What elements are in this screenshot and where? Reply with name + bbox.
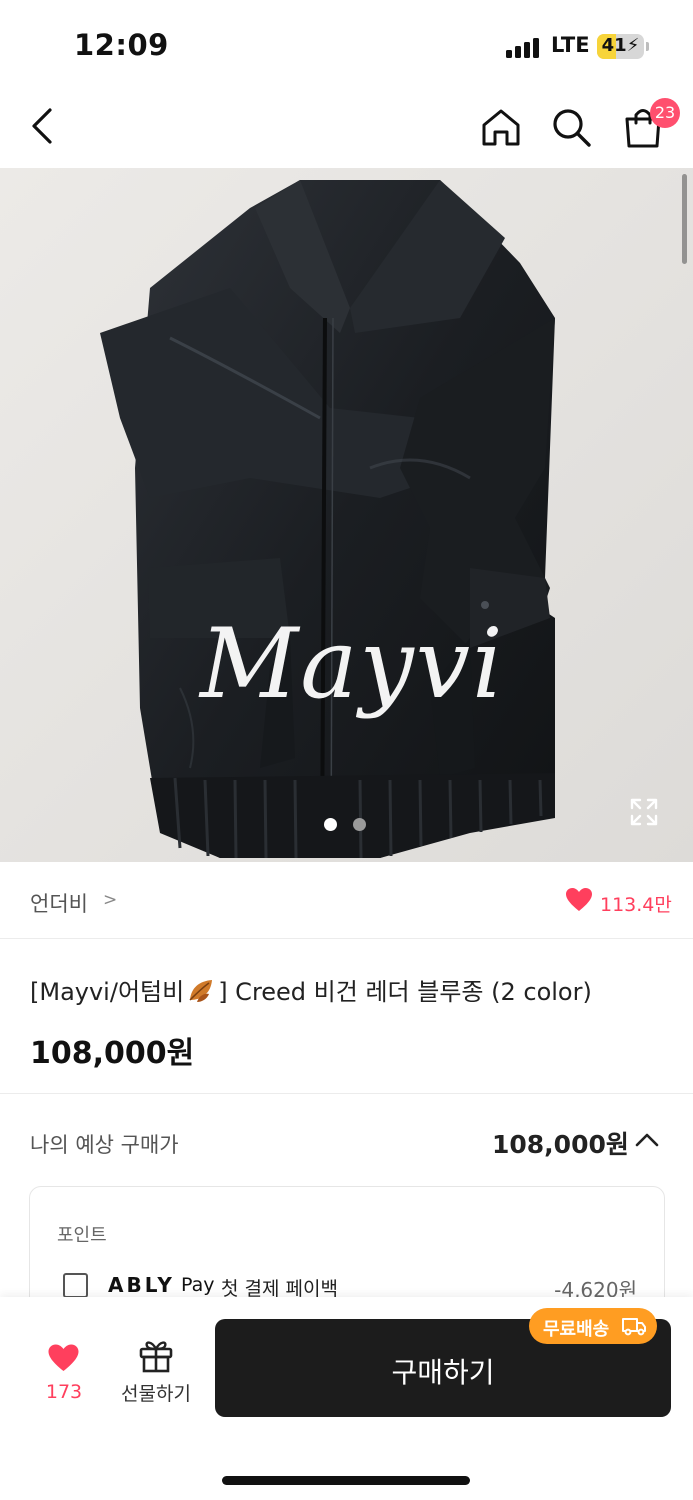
truck-icon [622,1318,646,1336]
product-image[interactable]: Mayvi [0,168,693,862]
cart-badge: 23 [650,98,680,128]
jacket-image [0,168,693,862]
watermark: Mayvi [200,608,505,720]
gift-button-label[interactable]: 선물하기 [116,1379,196,1406]
free-shipping-label: 무료배송 [543,1319,610,1340]
brand-row[interactable]: 언더비 > 113.4만 [0,862,693,939]
heart-icon[interactable] [565,887,593,913]
expand-icon[interactable] [628,796,660,828]
nav-bar [0,90,693,168]
product-price: 108,000원 [30,1036,195,1071]
status-bar: 12:09 LTE 41⚡ [0,0,693,90]
carousel-dot[interactable] [353,818,366,831]
product-info: [Mayvi/어텀비 ] Creed 비건 레더 블루종 (2 color) 1… [0,940,693,1094]
bottom-action-bar: 173 선물하기 구매하기 무료배송 [0,1297,693,1500]
points-title: 포인트 [57,1225,107,1246]
carousel-dot[interactable] [324,818,337,831]
free-shipping-badge: 무료배송 [529,1308,657,1344]
signal-icon [506,36,542,58]
home-indicator[interactable] [222,1476,470,1485]
expected-price-value: 108,000원 [492,1130,629,1159]
carousel-dots [324,816,382,835]
like-count: 113.4만 [600,894,672,916]
expected-price-label: 나의 예상 구매가 [30,1133,179,1157]
expected-price-row[interactable]: 나의 예상 구매가 108,000원 [0,1095,693,1185]
status-time: 12:09 [74,28,169,62]
product-title-prefix: [Mayvi/어텀비 [30,978,185,1006]
battery-icon: 41⚡ [597,34,644,59]
gift-icon[interactable] [138,1337,174,1373]
product-title-suffix: ] Creed 비건 레더 블루종 (2 color) [218,978,592,1006]
chevron-right-icon: > [103,890,118,910]
buy-button-label: 구매하기 [391,1356,495,1389]
payback-checkbox[interactable] [63,1273,88,1298]
fallen-leaf-icon [189,980,213,1002]
product-title: [Mayvi/어텀비 ] Creed 비건 레더 블루종 (2 color) [30,972,592,1007]
brand-name[interactable]: 언더비 [30,888,88,918]
pay-label: Pay [181,1274,215,1296]
scrollbar[interactable] [682,174,687,264]
home-icon[interactable] [478,104,524,150]
chevron-up-icon[interactable] [634,1130,660,1148]
ably-logo: ABLY [108,1273,175,1297]
search-icon[interactable] [548,104,594,150]
heart-icon[interactable] [47,1343,80,1373]
wish-count: 173 [45,1381,83,1403]
network-label: LTE [551,33,590,57]
battery-level: 41 [601,35,627,56]
chevron-left-icon[interactable] [24,104,64,148]
battery-nub [646,42,649,51]
